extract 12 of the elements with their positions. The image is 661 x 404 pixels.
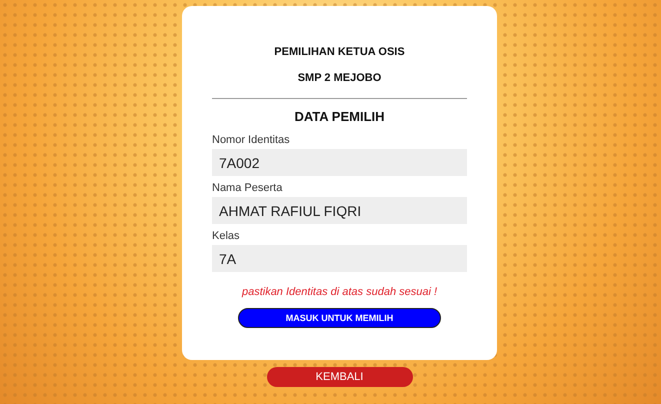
input-field[interactable]: 7A002 [212, 149, 467, 176]
field-label: Nama Peserta [212, 182, 282, 194]
app-title: PEMILIHAN KETUA OSIS [274, 46, 405, 58]
field-label: Kelas [212, 230, 240, 242]
school-name: SMP 2 MEJOBO [298, 72, 382, 84]
back-button[interactable]: KEMBALI [266, 367, 412, 387]
input-field[interactable]: 7A [212, 245, 467, 272]
submit-button[interactable]: MASUK UNTUK MEMILIH [238, 308, 441, 328]
section-title: DATA PEMILIH [294, 109, 385, 124]
field-label: Nomor Identitas [212, 134, 290, 146]
input-field[interactable]: AHMAT RAFIUL FIQRI [212, 197, 467, 224]
warning-text: pastikan Identitas di atas sudah sesuai ! [242, 286, 438, 298]
